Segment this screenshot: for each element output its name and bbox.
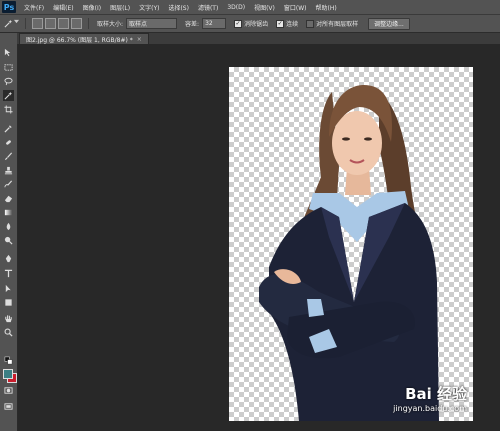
menu-filter[interactable]: 滤镜(T) (198, 3, 218, 12)
eyedropper-tool-icon[interactable] (3, 123, 14, 134)
menu-bar: Ps 文件(F) 编辑(E) 图像(I) 图层(L) 文字(Y) 选择(S) 滤… (0, 0, 500, 15)
healing-brush-tool-icon[interactable] (3, 137, 14, 148)
document-tab-title: 图2.jpg @ 66.7% (图层 1, RGB/8#) * (26, 36, 133, 44)
subtract-from-selection-button[interactable] (58, 18, 69, 29)
brush-tool-icon[interactable] (3, 151, 14, 162)
document-tab[interactable]: 图2.jpg @ 66.7% (图层 1, RGB/8#) * × (19, 33, 149, 44)
screen-mode-icon[interactable] (3, 401, 14, 412)
close-icon[interactable]: × (137, 36, 142, 43)
marquee-tool-icon[interactable] (3, 62, 14, 73)
photoshop-logo: Ps (2, 1, 16, 13)
crop-tool-icon[interactable] (3, 104, 14, 115)
lasso-tool-icon[interactable] (3, 76, 14, 87)
menu-edit[interactable]: 编辑(E) (53, 3, 73, 12)
sample-size-label: 取样大小: (97, 21, 124, 28)
tools-panel (0, 33, 18, 431)
menu-file[interactable]: 文件(F) (24, 3, 44, 12)
menu-image[interactable]: 图像(I) (83, 3, 101, 12)
zoom-tool-icon[interactable] (3, 327, 14, 338)
chevron-down-icon[interactable] (14, 19, 19, 28)
tolerance-label: 容差: (185, 21, 200, 28)
menu-select[interactable]: 选择(S) (168, 3, 189, 12)
tolerance-input[interactable]: 32 (202, 18, 227, 29)
options-bar: 取样大小: 取样点 容差: 32 ✓ 消除锯齿 ✓ 连续 对所有图层取样 调整边… (0, 15, 500, 33)
magic-wand-tool-icon[interactable] (3, 90, 14, 101)
gradient-tool-icon[interactable] (3, 207, 14, 218)
sample-all-layers-label: 对所有图层取样 (316, 21, 359, 28)
separator (88, 18, 89, 29)
new-selection-button[interactable] (32, 18, 43, 29)
eraser-tool-icon[interactable] (3, 193, 14, 204)
foreground-color-swatch[interactable] (3, 369, 13, 379)
shape-tool-icon[interactable] (3, 297, 14, 308)
menu-view[interactable]: 视图(V) (254, 3, 275, 12)
move-tool-icon[interactable] (3, 47, 14, 58)
intersect-selection-button[interactable] (71, 18, 82, 29)
hand-tool-icon[interactable] (3, 313, 14, 324)
pen-tool-icon[interactable] (3, 253, 14, 264)
blur-tool-icon[interactable] (3, 221, 14, 232)
contiguous-checkbox[interactable]: ✓ (276, 19, 285, 28)
woman-cutout-image (259, 85, 439, 421)
clone-stamp-tool-icon[interactable] (3, 165, 14, 176)
antialias-label: 消除锯齿 (244, 21, 269, 28)
default-colors-icon[interactable] (3, 355, 14, 366)
sample-all-layers-checkbox[interactable] (306, 19, 315, 28)
watermark-logo: Bai 经验 (405, 385, 467, 403)
antialias-checkbox[interactable]: ✓ (234, 19, 243, 28)
add-to-selection-button[interactable] (45, 18, 56, 29)
path-selection-tool-icon[interactable] (3, 283, 14, 294)
document-tab-bar: 图2.jpg @ 66.7% (图层 1, RGB/8#) * × (17, 33, 500, 44)
watermark: Bai 经验 jingyan.baidu.com (393, 383, 467, 413)
dodge-tool-icon[interactable] (3, 235, 14, 246)
menu-3d[interactable]: 3D(D) (227, 4, 245, 11)
type-tool-icon[interactable] (3, 268, 14, 279)
menu-window[interactable]: 窗口(W) (284, 3, 307, 12)
history-brush-tool-icon[interactable] (3, 179, 14, 190)
sample-size-select[interactable]: 取样点 (126, 18, 178, 29)
menu-type[interactable]: 文字(Y) (139, 3, 159, 12)
contiguous-label: 连续 (286, 21, 299, 28)
quick-mask-icon[interactable] (3, 385, 14, 396)
menu-layer[interactable]: 图层(L) (110, 3, 130, 12)
magic-wand-icon[interactable] (4, 19, 13, 28)
separator (25, 18, 26, 29)
document-canvas[interactable]: Bai 经验 jingyan.baidu.com (229, 67, 473, 421)
watermark-url: jingyan.baidu.com (393, 404, 467, 413)
refine-edge-button[interactable]: 调整边缘... (368, 17, 410, 30)
menu-help[interactable]: 帮助(H) (316, 3, 337, 12)
